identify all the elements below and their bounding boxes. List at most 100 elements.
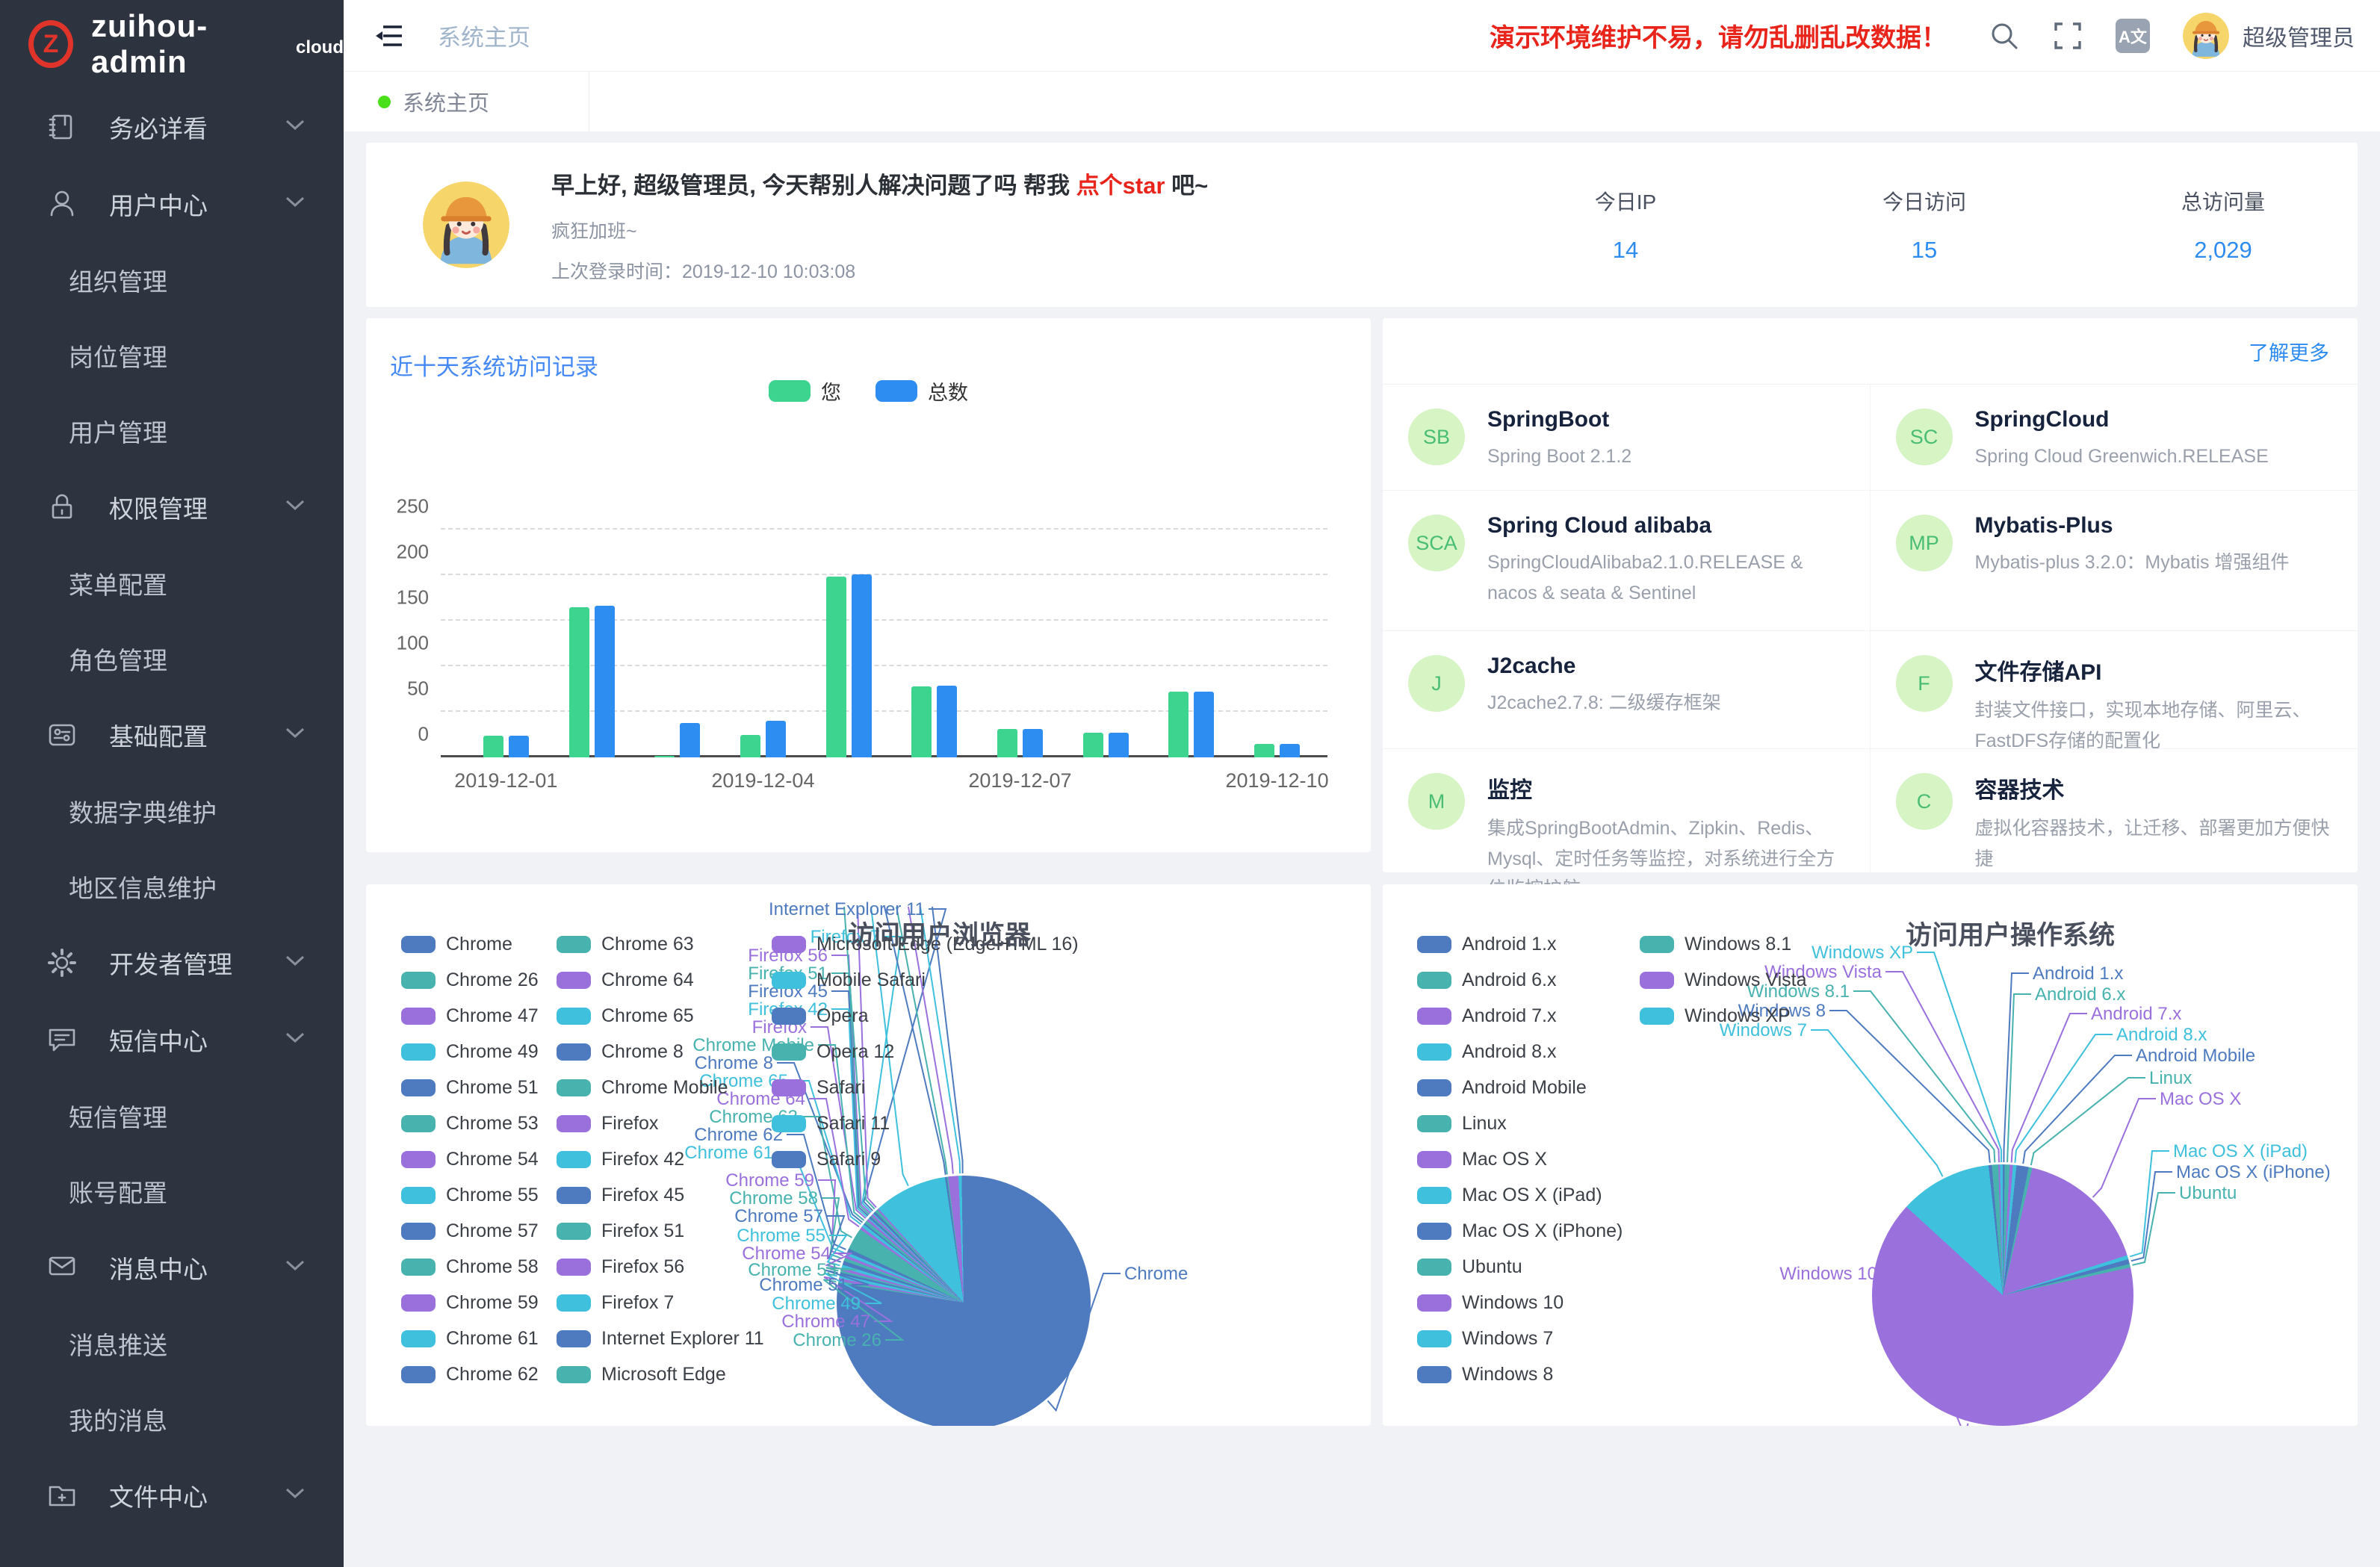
sidebar-item[interactable]: 短信管理 — [0, 1078, 344, 1153]
sidebar-item[interactable]: 数据字典维护 — [0, 773, 344, 848]
menu-fold-icon[interactable] — [375, 23, 403, 49]
sidebar-item[interactable]: 岗位管理 — [0, 317, 344, 393]
framework-avatar: J — [1408, 655, 1465, 712]
legend-item[interactable]: Firefox 45 — [557, 1185, 684, 1206]
legend-item[interactable]: Chrome Mobile — [557, 1077, 728, 1099]
legend-item[interactable]: Firefox 42 — [557, 1149, 684, 1170]
visit-bar-chart: 0501001502002502019-12-012019-12-042019-… — [441, 530, 1327, 757]
legend-item[interactable]: Firefox 7 — [557, 1292, 674, 1314]
sidebar-group-4[interactable]: 开发者管理 — [0, 924, 344, 1001]
sidebar-group-5[interactable]: 短信中心 — [0, 1001, 344, 1078]
legend-item-总数[interactable]: 总数 — [876, 376, 968, 406]
legend-item[interactable]: Opera — [772, 1005, 868, 1027]
legend-item[interactable]: Opera 12 — [772, 1041, 894, 1063]
legend-item[interactable]: Mac OS X (iPhone) — [1417, 1220, 1623, 1242]
legend-item[interactable]: Windows Vista — [1640, 969, 1807, 991]
legend-item[interactable]: Chrome 59 — [401, 1292, 539, 1314]
legend-item[interactable]: Mac OS X — [1417, 1149, 1547, 1170]
legend-item[interactable]: Chrome 49 — [401, 1041, 539, 1063]
sidebar-group-7[interactable]: 文件中心 — [0, 1456, 344, 1533]
legend-item[interactable]: Windows 7 — [1417, 1328, 1553, 1350]
sidebar-item[interactable]: 角色管理 — [0, 621, 344, 696]
legend-item[interactable]: Windows 8 — [1417, 1364, 1553, 1386]
legend-item[interactable]: Windows XP — [1640, 1005, 1791, 1027]
main-area: 系统主页 演示环境维护不易，请勿乱删乱改数据！ A文 超级管理员 系统主页 — [344, 0, 2380, 1567]
sidebar-item[interactable]: 地区信息维护 — [0, 848, 344, 924]
app-logo[interactable]: Z zuihou-admin cloud — [0, 0, 344, 88]
legend-item[interactable]: Chrome 26 — [401, 969, 539, 991]
legend-swatch — [557, 1366, 591, 1383]
legend-item-您[interactable]: 您 — [769, 376, 841, 406]
sidebar-item[interactable]: 组织管理 — [0, 242, 344, 317]
star-link[interactable]: 点个star — [1076, 173, 1165, 199]
legend-item[interactable]: Firefox 51 — [557, 1220, 684, 1242]
legend-item[interactable]: Chrome 65 — [557, 1005, 694, 1027]
sidebar-group-2[interactable]: 权限管理 — [0, 468, 344, 545]
sidebar-item[interactable]: 菜单配置 — [0, 545, 344, 621]
legend-item[interactable]: Mac OS X (iPad) — [1417, 1185, 1602, 1206]
sidebar-item[interactable]: 我的消息 — [0, 1381, 344, 1456]
legend-item[interactable]: Chrome 47 — [401, 1005, 539, 1027]
legend-item[interactable]: Safari 11 — [772, 1113, 890, 1135]
bar-您 — [1168, 692, 1189, 757]
legend-item[interactable]: Microsoft Edge — [557, 1364, 726, 1386]
legend-item[interactable]: Android Mobile — [1417, 1077, 1587, 1099]
sidebar-group-0[interactable]: 务必详看 — [0, 88, 344, 165]
legend-item[interactable]: Chrome 63 — [557, 934, 694, 955]
legend-swatch — [1417, 936, 1451, 953]
sidebar-group-3[interactable]: 基础配置 — [0, 696, 344, 773]
greeting-subtitle: 疯狂加班~ — [551, 217, 1208, 243]
fullscreen-icon[interactable] — [2053, 21, 2083, 51]
legend-item[interactable]: Chrome 55 — [401, 1185, 539, 1206]
legend-item[interactable]: Chrome 57 — [401, 1220, 539, 1242]
sidebar-group-1[interactable]: 用户中心 — [0, 165, 344, 242]
chevron-down-icon — [285, 499, 305, 515]
today-stats: 今日IP14今日访问15总访问量2,029 — [1558, 186, 2290, 264]
legend-item[interactable]: Chrome — [401, 934, 512, 955]
legend-swatch — [1417, 1043, 1451, 1061]
language-switch-icon[interactable]: A文 — [2116, 19, 2150, 53]
browser-chart-title: 访问用户浏览器 — [848, 914, 1031, 952]
legend-item[interactable]: Safari — [772, 1077, 865, 1099]
framework-text: J2cacheJ2cache2.7.8: 二级缓存框架 — [1487, 651, 1721, 729]
sidebar-item[interactable]: 消息推送 — [0, 1306, 344, 1381]
legend-item[interactable]: Windows 8.1 — [1640, 934, 1791, 955]
sidebar-group-label: 文件中心 — [109, 1477, 208, 1513]
legend-item[interactable]: Ubuntu — [1417, 1256, 1522, 1278]
greeting-text: 早上好, 超级管理员, 今天帮别人解决问题了吗 帮我 — [551, 173, 1076, 199]
legend-item[interactable]: Chrome 61 — [401, 1328, 539, 1350]
legend-item[interactable]: Internet Explorer 11 — [557, 1328, 764, 1350]
bar-您 — [483, 736, 503, 757]
legend-swatch — [557, 936, 591, 953]
sidebar-item[interactable]: 用户管理 — [0, 393, 344, 468]
legend-item[interactable]: Chrome 54 — [401, 1149, 539, 1170]
legend-item[interactable]: Chrome 64 — [557, 969, 694, 991]
tab-system-home[interactable]: 系统主页 — [344, 72, 589, 131]
learn-more-link[interactable]: 了解更多 — [2249, 337, 2329, 366]
legend-item[interactable]: Android 7.x — [1417, 1005, 1556, 1027]
sidebar-group-6[interactable]: 消息中心 — [0, 1229, 344, 1306]
legend-item[interactable]: Chrome 62 — [401, 1364, 539, 1386]
legend-item[interactable]: Chrome 58 — [401, 1256, 539, 1278]
search-icon[interactable] — [1989, 20, 2020, 52]
legend-item[interactable]: Chrome 8 — [557, 1041, 684, 1063]
legend-item[interactable]: Chrome 53 — [401, 1113, 539, 1135]
legend-item[interactable]: Firefox — [557, 1113, 658, 1135]
legend-item[interactable]: Android 1.x — [1417, 934, 1556, 955]
breadcrumb[interactable]: 系统主页 — [438, 19, 530, 52]
legend-item[interactable]: Android 6.x — [1417, 969, 1556, 991]
user-avatar[interactable] — [2183, 13, 2229, 59]
sidebar-item[interactable]: 账号配置 — [0, 1153, 344, 1229]
legend-item[interactable]: Windows 10 — [1417, 1292, 1564, 1314]
legend-item[interactable]: Linux — [1417, 1113, 1507, 1135]
legend-label: Chrome 59 — [446, 1292, 539, 1314]
legend-item[interactable]: Android 8.x — [1417, 1041, 1556, 1063]
chevron-down-icon — [285, 727, 305, 742]
current-user-name[interactable]: 超级管理员 — [2243, 19, 2355, 52]
legend-item[interactable]: Firefox 56 — [557, 1256, 684, 1278]
legend-item[interactable]: Safari 9 — [772, 1149, 881, 1170]
chevron-down-icon — [285, 196, 305, 211]
pie-callout-label: Android 6.x — [2035, 984, 2125, 1005]
legend-item[interactable]: Mobile Safari — [772, 969, 926, 991]
legend-item[interactable]: Chrome 51 — [401, 1077, 539, 1099]
